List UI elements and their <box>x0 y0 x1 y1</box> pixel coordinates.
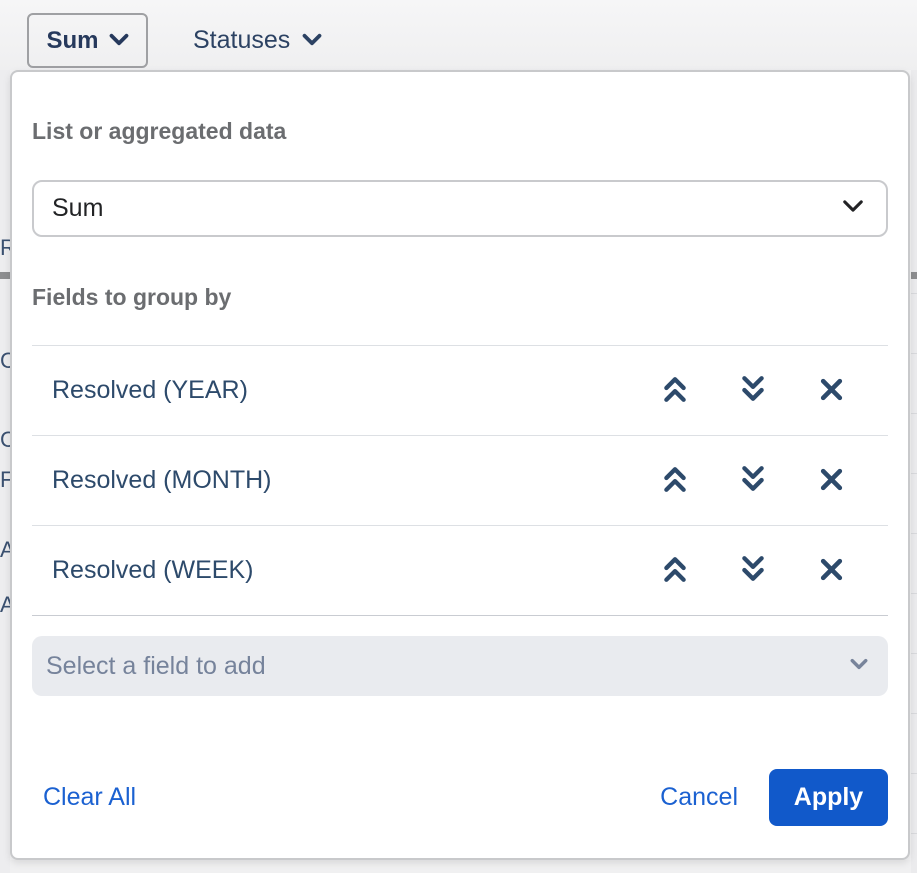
underlying-table-right-fragment <box>911 70 917 873</box>
close-icon <box>819 377 844 405</box>
clipped-text-fragment: C <box>0 349 10 373</box>
fields-to-group-by-label: Fields to group by <box>32 283 888 311</box>
chevron-down-icon <box>842 199 864 218</box>
clipped-text-fragment: A <box>0 538 10 562</box>
aggregation-type-select[interactable]: Sum <box>32 180 888 237</box>
table-header-border-fragment <box>911 272 917 279</box>
remove-field-button[interactable] <box>818 468 844 494</box>
double-chevron-up-icon <box>662 465 688 496</box>
move-field-up-button[interactable] <box>662 558 688 584</box>
move-field-down-button[interactable] <box>740 378 766 404</box>
close-icon <box>819 557 844 585</box>
cancel-link[interactable]: Cancel <box>660 783 738 812</box>
double-chevron-up-icon <box>662 555 688 586</box>
underlying-table-left-fragment: R C C F A A <box>0 70 10 873</box>
clipped-text-fragment: R <box>0 236 10 260</box>
aggregate-dropdown-button[interactable]: Sum <box>27 13 148 68</box>
aggregation-selected-value: Sum <box>52 194 103 223</box>
move-field-up-button[interactable] <box>662 468 688 494</box>
clear-all-link[interactable]: Clear All <box>43 783 136 812</box>
move-field-down-button[interactable] <box>740 468 766 494</box>
double-chevron-down-icon <box>740 465 766 496</box>
field-row-actions <box>662 468 844 494</box>
field-row: Resolved (MONTH) <box>32 435 888 525</box>
chevron-down-icon <box>302 33 322 49</box>
double-chevron-down-icon <box>740 375 766 406</box>
field-row-actions <box>662 558 844 584</box>
chevron-down-icon <box>109 33 129 49</box>
clipped-text-fragment: A <box>0 593 10 617</box>
add-field-placeholder: Select a field to add <box>46 652 266 681</box>
field-list-bottom-divider <box>32 615 888 616</box>
statuses-button-label: Statuses <box>193 26 290 55</box>
field-row: Resolved (WEEK) <box>32 525 888 615</box>
chevron-down-icon <box>850 657 868 675</box>
group-by-popover: List or aggregated data Sum Fields to gr… <box>10 70 910 860</box>
group-by-field-list: Resolved (YEAR) <box>32 345 888 616</box>
field-row: Resolved (YEAR) <box>32 345 888 435</box>
double-chevron-down-icon <box>740 555 766 586</box>
remove-field-button[interactable] <box>818 378 844 404</box>
aggregate-button-label: Sum <box>46 27 98 55</box>
field-name: Resolved (MONTH) <box>52 466 271 495</box>
field-row-actions <box>662 378 844 404</box>
clipped-text-fragment: C <box>0 428 10 452</box>
clipped-text-fragment: F <box>0 468 10 492</box>
popover-footer: Clear All Cancel Apply <box>32 769 888 826</box>
statuses-dropdown-button[interactable]: Statuses <box>193 13 322 68</box>
table-header-border-fragment <box>0 272 10 279</box>
remove-field-button[interactable] <box>818 558 844 584</box>
move-field-up-button[interactable] <box>662 378 688 404</box>
page-background-strip <box>10 860 911 873</box>
apply-button[interactable]: Apply <box>769 769 888 826</box>
move-field-down-button[interactable] <box>740 558 766 584</box>
double-chevron-up-icon <box>662 375 688 406</box>
aggregation-type-label: List or aggregated data <box>32 117 888 145</box>
add-field-select[interactable]: Select a field to add <box>32 636 888 696</box>
field-name: Resolved (WEEK) <box>52 556 253 585</box>
close-icon <box>819 467 844 495</box>
field-name: Resolved (YEAR) <box>52 376 248 405</box>
toolbar: Sum Statuses <box>0 0 917 70</box>
